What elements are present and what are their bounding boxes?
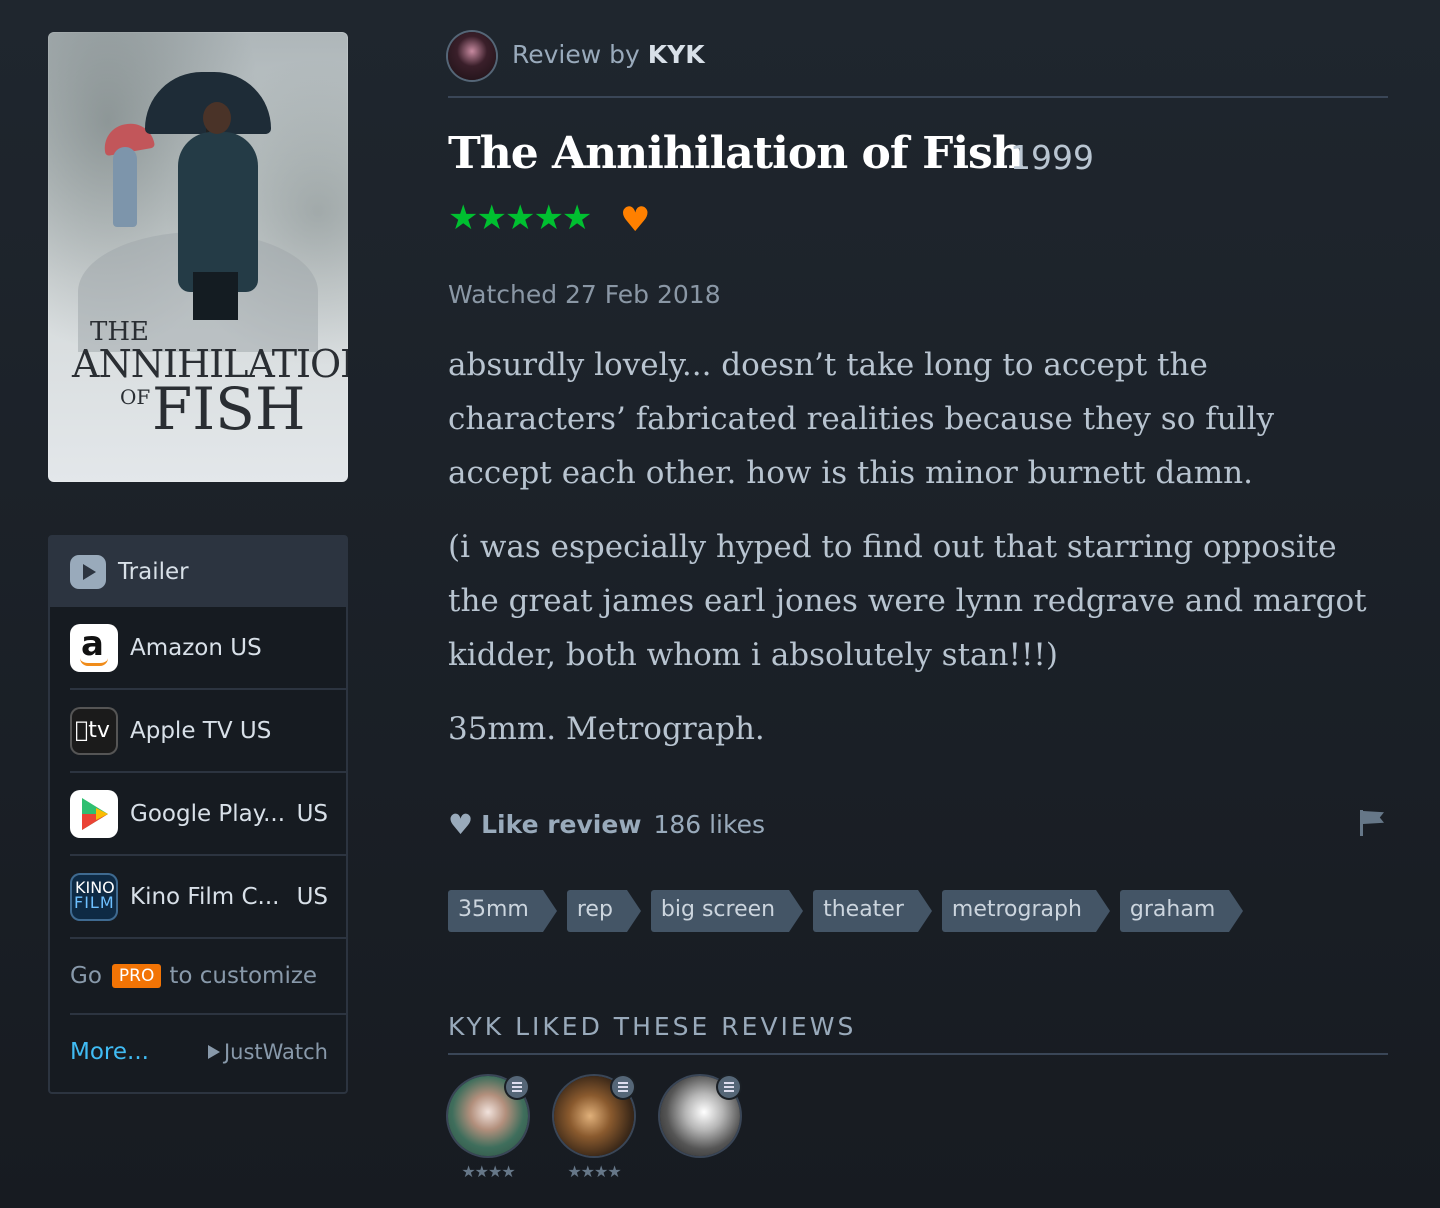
justwatch-icon [207, 1045, 220, 1059]
service-country: US [296, 883, 328, 910]
tag[interactable]: theater [813, 890, 932, 932]
services-footer: More... JustWatch [70, 1015, 328, 1089]
service-country: US [296, 800, 328, 827]
poster-man-figure [178, 132, 258, 292]
amazon-smile [80, 658, 108, 666]
like-review-row: ♥ Like review 186 likes [448, 806, 1388, 842]
amazon-icon: a [70, 623, 118, 672]
kino-film-icon: KINO FILM [70, 872, 118, 921]
trailer-label: Trailer [118, 559, 189, 585]
avatar[interactable] [448, 32, 496, 80]
review-icon [718, 1076, 740, 1098]
review-paragraph: (i was especially hyped to find out that… [448, 529, 1367, 673]
film-title[interactable]: The Annihilation of Fish [448, 128, 1024, 179]
play-icon [70, 555, 106, 589]
review-paragraph: absurdly lovely... doesn’t take long to … [448, 347, 1274, 491]
liked-review-item[interactable] [660, 1076, 740, 1181]
heart-icon[interactable]: ♥ [448, 808, 473, 841]
service-name: Google Play... [130, 800, 286, 827]
film-year[interactable]: 1999 [1010, 138, 1094, 177]
tag[interactable]: 35mm [448, 890, 557, 932]
tag[interactable]: metrograph [941, 890, 1110, 932]
liked-reviews-list: ★★★★ ★★★★ [448, 1076, 740, 1181]
service-name: Amazon US [130, 634, 262, 661]
apple-tv-logo-text: tv [75, 717, 110, 743]
liked-review-stars: ★★★★ [461, 1162, 515, 1181]
where-to-watch-panel: Trailer a Amazon US tv Apple TV US Goog… [48, 535, 348, 1094]
liked-review-item[interactable]: ★★★★ [448, 1076, 528, 1181]
username-link[interactable]: KYK [648, 40, 705, 69]
google-play-icon [70, 789, 118, 838]
poster-title-line3: OF [120, 385, 151, 409]
pro-prefix: Go [70, 963, 102, 989]
liked-review-stars: ★★★★ [567, 1162, 621, 1181]
review-byline: Review by KYK [512, 40, 705, 69]
pro-suffix: to customize [169, 963, 318, 989]
review-header: Review by KYK [448, 32, 1388, 98]
poster-man-legs [193, 272, 238, 320]
justwatch-link[interactable]: JustWatch [207, 1040, 328, 1064]
review-icon [506, 1076, 528, 1098]
trailer-button[interactable]: Trailer [50, 537, 346, 607]
review-icon [612, 1076, 634, 1098]
go-pro-link[interactable]: Go PRO to customize [70, 939, 348, 1015]
service-apple-tv[interactable]: tv Apple TV US [70, 690, 348, 773]
tag-list: 35mm rep big screen theater metrograph g… [448, 890, 1244, 932]
byline-prefix: Review by [512, 40, 640, 69]
flag-icon[interactable] [1360, 810, 1384, 836]
tag[interactable]: rep [566, 890, 641, 932]
justwatch-label: JustWatch [223, 1040, 328, 1064]
apple-tv-icon: tv [70, 706, 118, 755]
review-paragraph: 35mm. Metrograph. [448, 711, 765, 747]
like-review-button[interactable]: Like review [481, 810, 641, 839]
google-play-tri-yellow [96, 807, 108, 820]
service-name: Apple TV US [130, 717, 272, 744]
watched-date: Watched 27 Feb 2018 [448, 280, 721, 309]
star-rating: ★★★★★ [448, 198, 592, 238]
review-body: absurdly lovely... doesn’t take long to … [448, 338, 1378, 776]
liked-heart-icon: ♥ [620, 200, 651, 240]
service-kino-film[interactable]: KINO FILM Kino Film C... US [70, 856, 348, 939]
poster-woman-figure [113, 147, 137, 227]
service-amazon[interactable]: a Amazon US [70, 607, 348, 690]
poster-title-line4: FISH [152, 375, 306, 443]
likes-count[interactable]: 186 likes [653, 810, 765, 839]
tag[interactable]: graham [1119, 890, 1244, 932]
service-name: Kino Film C... [130, 883, 280, 910]
more-services-link[interactable]: More... [70, 1039, 149, 1065]
liked-review-item[interactable]: ★★★★ [554, 1076, 634, 1181]
liked-reviews-heading[interactable]: KYK LIKED THESE REVIEWS [448, 1012, 1388, 1055]
kino-logo-text-2: FILM [74, 892, 115, 912]
poster-man-head [203, 102, 231, 134]
pro-badge: PRO [111, 964, 162, 988]
tag[interactable]: big screen [650, 890, 804, 932]
film-poster[interactable]: THE ANNIHILATION OF FISH [48, 32, 348, 482]
service-google-play[interactable]: Google Play... US [70, 773, 348, 856]
